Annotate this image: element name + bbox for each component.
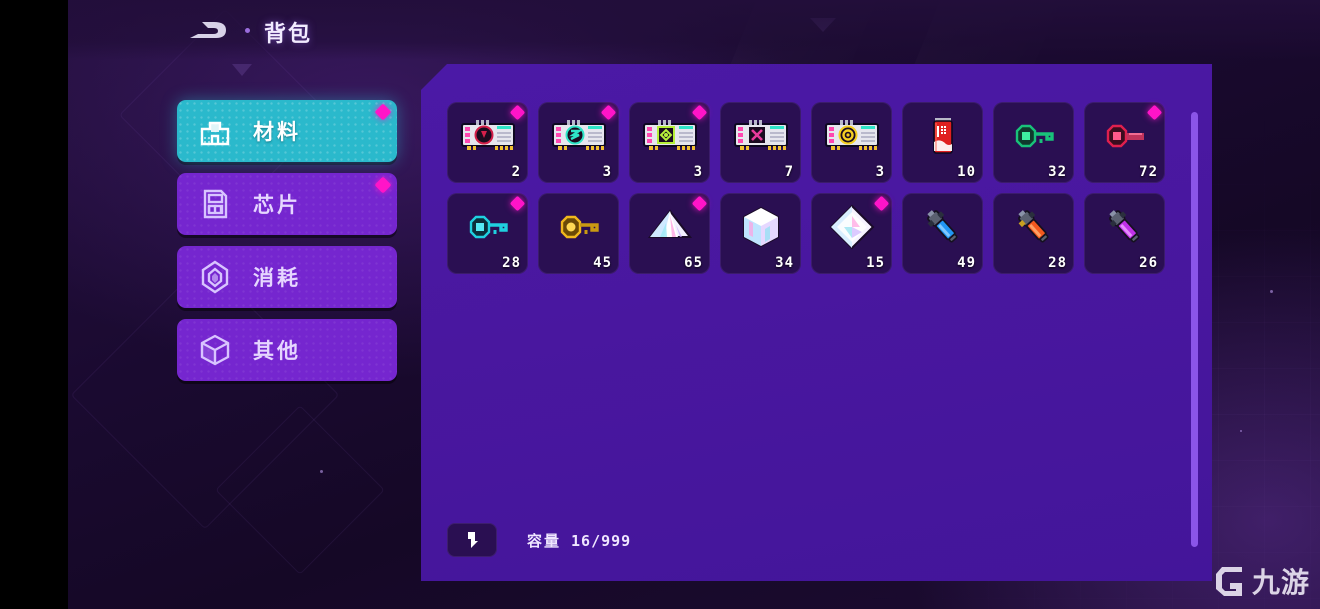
- soda-can-icon: [932, 118, 953, 154]
- materials-icon: [200, 121, 230, 146]
- crystal-pyramid-icon: [647, 209, 692, 238]
- watermark-logo-icon: [1215, 567, 1242, 596]
- capacity-label: 容量: [527, 531, 562, 550]
- gpu-card-cyan-icon: [551, 120, 606, 150]
- inventory-row: 2 3 3 7 3 10 32 72: [447, 102, 1169, 183]
- item-count: 72: [1139, 164, 1158, 180]
- item-count: 28: [1048, 255, 1067, 271]
- inventory-row: 28 45 65 34 15 49 28 26: [447, 193, 1169, 274]
- chip-icon: [203, 189, 228, 219]
- scrollbar-track[interactable]: [1191, 112, 1198, 547]
- item-count: 10: [957, 164, 976, 180]
- background-star: [1240, 430, 1242, 432]
- inventory-slot[interactable]: 45: [538, 193, 619, 274]
- inventory-slot[interactable]: 72: [1084, 102, 1165, 183]
- capacity-display: 容量 16/999: [527, 530, 631, 551]
- gem-icon: [201, 260, 229, 294]
- inventory-slot[interactable]: 28: [993, 193, 1074, 274]
- sidebar-item-label: 芯片: [253, 193, 301, 217]
- item-count: 34: [775, 255, 794, 271]
- background-star: [1270, 290, 1273, 293]
- inventory-slot[interactable]: 2: [447, 102, 528, 183]
- sidebar-item-other[interactable]: 其他: [177, 319, 397, 381]
- title-bullet: [245, 28, 250, 33]
- item-count: 45: [593, 255, 612, 271]
- item-count: 3: [875, 164, 885, 180]
- header-bar: 背包: [68, 0, 1320, 60]
- injector-blue-icon: [926, 210, 958, 243]
- inventory-slot[interactable]: 3: [538, 102, 619, 183]
- new-item-badge: [509, 195, 526, 212]
- inventory-slot[interactable]: 26: [1084, 193, 1165, 274]
- item-count: 26: [1139, 255, 1158, 271]
- header-triangle-deco: [232, 64, 252, 76]
- gpu-card-red-icon: [460, 120, 515, 150]
- inventory-slot[interactable]: 49: [902, 193, 983, 274]
- scrollbar-thumb[interactable]: [1191, 112, 1198, 547]
- crystal-cube-icon: [742, 206, 779, 248]
- game-screen: 背包 材料 芯片 消耗 其他 2 3 3 7 3 10 32 72 28 45 …: [0, 0, 1320, 609]
- key-red-icon: [1106, 124, 1144, 148]
- sidebar-item-label: 消耗: [253, 266, 301, 290]
- crystal-diamond-icon: [829, 204, 874, 250]
- item-count: 3: [602, 164, 612, 180]
- notification-badge: [374, 176, 392, 194]
- item-count: 15: [866, 255, 885, 271]
- sidebar-item-consumables[interactable]: 消耗: [177, 246, 397, 308]
- injector-orange-icon: [1017, 210, 1049, 243]
- sort-arrow-icon: [468, 532, 478, 548]
- cube-icon: [200, 334, 230, 366]
- gpu-card-green-icon: [642, 120, 697, 150]
- item-count: 28: [502, 255, 521, 271]
- item-count: 32: [1048, 164, 1067, 180]
- key-green-icon: [1015, 124, 1054, 148]
- gpu-card-yellow-icon: [824, 120, 879, 150]
- inventory-slot[interactable]: 65: [629, 193, 710, 274]
- inventory-slot[interactable]: 28: [447, 193, 528, 274]
- page-title: 背包: [264, 22, 313, 47]
- panel-footer: 容量 16/999: [447, 523, 631, 557]
- inventory-grid: 2 3 3 7 3 10 32 72 28 45 65 34 15 49 28 …: [447, 102, 1169, 284]
- capacity-value: 16/999: [571, 531, 632, 550]
- new-item-badge: [873, 195, 890, 212]
- item-count: 7: [784, 164, 794, 180]
- inventory-slot[interactable]: 7: [720, 102, 801, 183]
- watermark-text: 九游: [1251, 566, 1310, 599]
- sidebar-item-chips[interactable]: 芯片: [177, 173, 397, 235]
- inventory-slot[interactable]: 10: [902, 102, 983, 183]
- gpu-card-magenta-icon: [733, 120, 788, 150]
- watermark: 九游: [1212, 561, 1310, 601]
- sidebar-item-materials[interactable]: 材料: [177, 100, 397, 162]
- inventory-slot[interactable]: 15: [811, 193, 892, 274]
- item-count: 49: [957, 255, 976, 271]
- item-count: 2: [511, 164, 521, 180]
- new-item-badge: [1146, 104, 1163, 121]
- sort-button[interactable]: [447, 523, 497, 557]
- item-count: 3: [693, 164, 703, 180]
- inventory-slot[interactable]: 3: [811, 102, 892, 183]
- inventory-panel: 2 3 3 7 3 10 32 72 28 45 65 34 15 49 28 …: [421, 64, 1212, 581]
- sidebar-item-label: 材料: [253, 120, 301, 144]
- injector-purple-icon: [1108, 210, 1140, 243]
- key-gold-icon: [560, 215, 599, 239]
- notification-badge: [374, 103, 392, 121]
- sidebar-nav: 材料 芯片 消耗 其他: [177, 100, 397, 392]
- inventory-slot[interactable]: 3: [629, 102, 710, 183]
- letterbox-left: [0, 0, 68, 609]
- new-item-badge: [691, 195, 708, 212]
- item-count: 65: [684, 255, 703, 271]
- key-cyan-icon: [469, 215, 508, 239]
- game-logo-icon: [190, 22, 226, 38]
- inventory-slot[interactable]: 34: [720, 193, 801, 274]
- background-star: [320, 470, 323, 473]
- sidebar-item-label: 其他: [253, 339, 301, 363]
- inventory-slot[interactable]: 32: [993, 102, 1074, 183]
